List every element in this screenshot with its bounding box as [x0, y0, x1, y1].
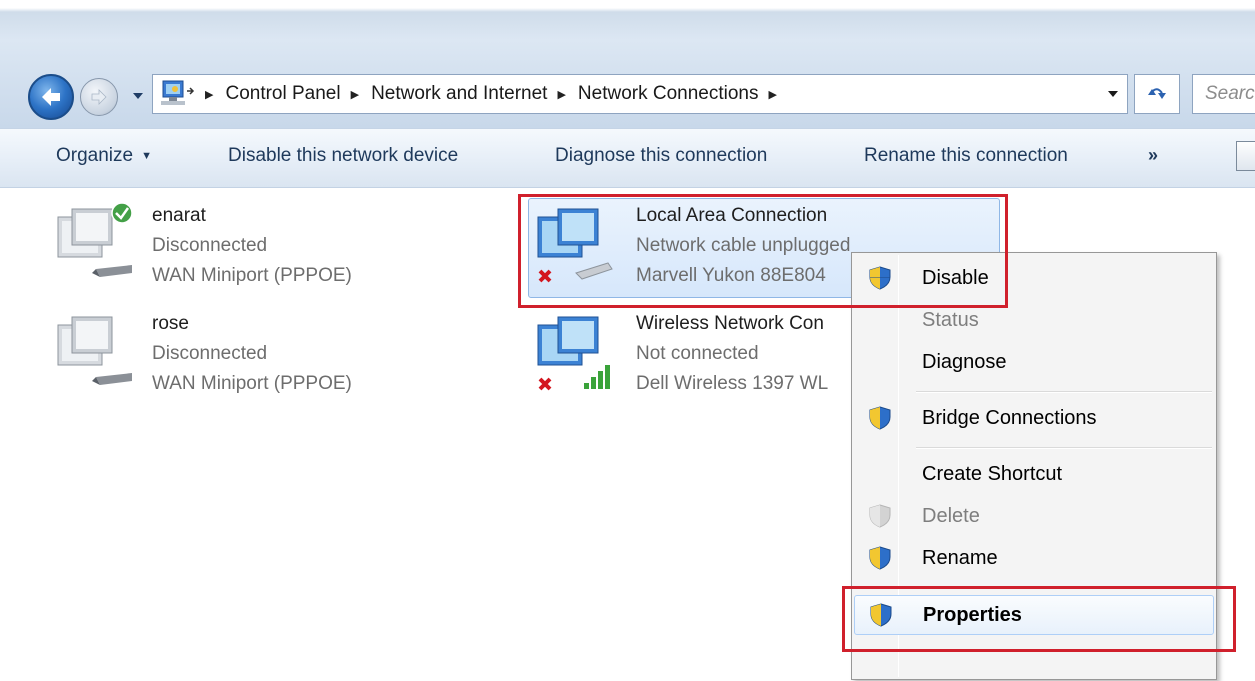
network-computer-icon	[57, 203, 132, 277]
menu-separator	[916, 447, 1212, 449]
search-input[interactable]: Search	[1192, 74, 1255, 114]
forward-button[interactable]	[80, 78, 118, 116]
menu-item-label: Create Shortcut	[922, 463, 1063, 485]
connection-name: enarat	[152, 205, 206, 226]
wireless-computer-icon	[537, 316, 610, 391]
menu-item-label: Delete	[922, 505, 980, 527]
annotation-highlight-box	[842, 586, 1236, 652]
connection-device: Dell Wireless 1397 WL	[636, 373, 829, 394]
command-bar: Organize ▼ Disable this network device Di…	[0, 128, 1255, 188]
breadcrumb-network-and-internet[interactable]: Network and Internet	[371, 83, 547, 105]
chevron-down-icon: ▼	[141, 150, 152, 162]
menu-item-diagnose[interactable]: Diagnose	[854, 343, 1214, 381]
menu-item-label: Rename	[922, 547, 998, 569]
organize-button[interactable]: Organize ▼	[56, 145, 152, 167]
menu-item-bridge-connections[interactable]: Bridge Connections	[854, 399, 1214, 437]
breadcrumb-separator-icon[interactable]: ▶	[769, 88, 777, 101]
back-arrow-icon	[42, 88, 60, 106]
more-commands-button[interactable]: »	[1148, 145, 1158, 166]
address-bar[interactable]: ▶ Control Panel ▶ Network and Internet ▶…	[152, 74, 1128, 114]
back-button[interactable]	[28, 74, 74, 120]
breadcrumb-network-connections[interactable]: Network Connections	[578, 83, 759, 105]
menu-item-delete[interactable]: Delete	[854, 497, 1214, 535]
uac-shield-disabled-icon	[869, 504, 891, 528]
error-x-icon	[538, 377, 552, 391]
navigation-bar: ▶ Control Panel ▶ Network and Internet ▶…	[0, 64, 1255, 122]
address-dropdown-icon[interactable]	[1107, 89, 1119, 99]
signal-bars-icon	[584, 383, 589, 389]
uac-shield-icon	[869, 406, 891, 430]
connected-check-icon	[111, 203, 132, 224]
uac-shield-icon	[869, 546, 891, 570]
breadcrumb-separator-icon[interactable]: ▶	[351, 88, 359, 101]
diagnose-connection-button[interactable]: Diagnose this connection	[555, 145, 767, 167]
organize-label: Organize	[56, 145, 134, 166]
connection-state: Disconnected	[152, 343, 268, 364]
menu-item-label: Bridge Connections	[922, 407, 1097, 429]
menu-item-create-shortcut[interactable]: Create Shortcut	[854, 455, 1214, 493]
breadcrumb: ▶ Control Panel ▶ Network and Internet ▶…	[195, 75, 789, 113]
menu-item-rename[interactable]: Rename	[854, 539, 1214, 577]
connection-name: Wireless Network Con	[636, 313, 824, 334]
connection-state: Disconnected	[152, 235, 268, 256]
refresh-icon	[1148, 88, 1166, 99]
connection-name: rose	[152, 313, 189, 334]
breadcrumb-separator-icon[interactable]: ▶	[557, 88, 565, 101]
forward-arrow-icon	[91, 89, 107, 105]
refresh-button[interactable]	[1134, 74, 1180, 114]
control-panel-icon	[159, 79, 195, 109]
recent-pages-dropdown-icon[interactable]	[132, 91, 144, 101]
change-view-icon[interactable]	[1236, 141, 1255, 171]
disable-device-button[interactable]: Disable this network device	[228, 145, 458, 167]
rename-connection-button[interactable]: Rename this connection	[864, 145, 1068, 167]
connection-state: Not connected	[636, 343, 759, 364]
breadcrumb-separator-icon[interactable]: ▶	[205, 88, 213, 101]
connection-device: WAN Miniport (PPPOE)	[152, 265, 352, 286]
menu-item-label: Diagnose	[922, 351, 1007, 373]
network-computer-icon	[57, 316, 132, 385]
annotation-highlight-box	[518, 194, 1008, 308]
breadcrumb-control-panel[interactable]: Control Panel	[225, 83, 340, 105]
menu-separator	[916, 391, 1212, 393]
connection-device: WAN Miniport (PPPOE)	[152, 373, 352, 394]
